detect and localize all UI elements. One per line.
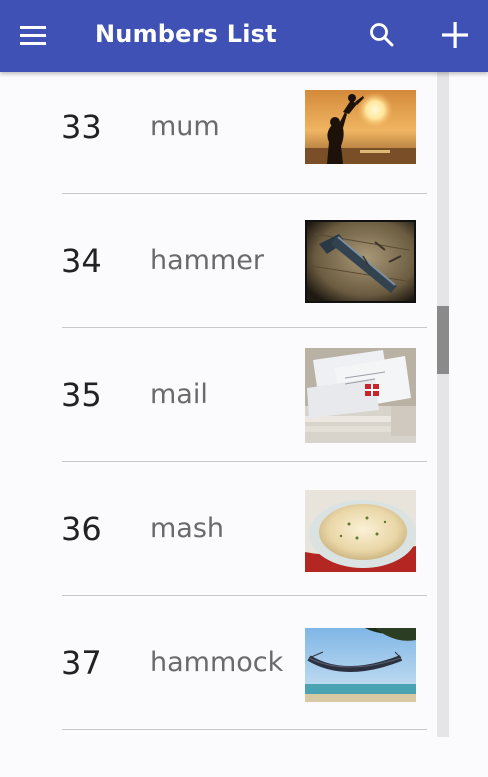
item-number: 33: [61, 108, 102, 146]
hamburger-menu-icon: [20, 26, 46, 45]
item-number: 34: [61, 242, 102, 280]
mother-child-sunset-photo: [305, 90, 416, 164]
item-word: hammer: [150, 245, 264, 276]
list-item[interactable]: 37 hammock: [0, 596, 440, 730]
hammock-photo: [305, 628, 416, 702]
item-image: [305, 220, 416, 303]
list-item[interactable]: 36 mash: [0, 462, 440, 596]
numbers-list[interactable]: 33 mum 34 hammer 35 mail 36 mash 37 hamm…: [0, 72, 488, 777]
item-word: mail: [150, 379, 208, 410]
item-image: [305, 90, 416, 164]
menu-button[interactable]: [14, 18, 54, 54]
search-icon: [370, 23, 394, 47]
add-button[interactable]: [436, 16, 474, 54]
item-image: [305, 628, 416, 702]
scrollbar-thumb[interactable]: [437, 306, 449, 374]
mail-stack-photo: [305, 348, 416, 443]
item-word: mum: [150, 111, 220, 142]
mashed-potato-photo: [305, 490, 416, 572]
page-title: Numbers List: [95, 20, 277, 48]
row-divider: [62, 729, 427, 730]
item-number: 37: [61, 644, 102, 682]
item-image: [305, 490, 416, 572]
app-bar: Numbers List: [0, 0, 488, 72]
item-number: 35: [61, 376, 102, 414]
item-image: [305, 348, 416, 443]
list-item[interactable]: 35 mail: [0, 328, 440, 462]
item-number: 36: [61, 510, 102, 548]
list-item[interactable]: 33 mum: [0, 72, 440, 194]
scrollbar-track[interactable]: [437, 72, 449, 737]
hammer-photo: [305, 220, 416, 303]
item-word: mash: [150, 513, 225, 544]
plus-icon: [442, 22, 468, 48]
item-word: hammock: [150, 647, 284, 678]
search-button[interactable]: [364, 17, 400, 53]
list-item[interactable]: 34 hammer: [0, 194, 440, 328]
